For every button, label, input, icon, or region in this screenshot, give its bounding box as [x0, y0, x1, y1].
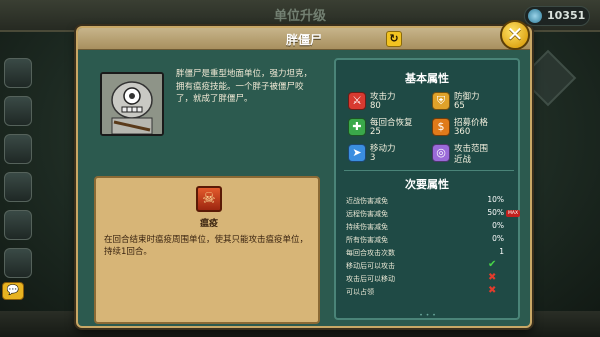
- shield-icon: ⛨: [432, 92, 450, 110]
- secondary-row: 可以占领 ✖: [346, 285, 497, 296]
- chat-button[interactable]: 💬: [2, 282, 24, 300]
- max-badge: MAX: [506, 210, 521, 217]
- coin-counter: 10351: [524, 6, 590, 26]
- screen-title: 单位升级: [273, 9, 326, 24]
- stat-defense: ⛨ 防御力 65: [432, 90, 516, 112]
- stat-range: ◎ 攻击范围 近战: [432, 142, 516, 165]
- secondary-row: 远程伤害减免 50% MAX: [346, 208, 521, 218]
- unit-info-panel: 胖僵尸是重型地面单位，强力坦克，拥有瘟疫技能。一个胖子被僵尸咬了，就成了胖僵尸。…: [88, 58, 320, 324]
- check-icon: ✔: [488, 259, 497, 270]
- coin-amount: 10351: [547, 9, 586, 22]
- close-button[interactable]: ✕: [500, 20, 530, 50]
- secondary-row: 持续伤害减免 0%: [346, 221, 504, 231]
- skill-box: 瘟疫 在回合结束时瘟疫周围单位，使其只能攻击瘟疫单位，持续1回合。: [94, 176, 320, 324]
- secondary-stats-title: 次要属性: [405, 178, 449, 191]
- cross-icon: ✖: [488, 285, 497, 296]
- stat-regen: ✚ 每回合恢复 25: [348, 116, 432, 138]
- unit-info-dialog: 胖僵尸 ↻ ✕ 胖僵尸是重型地面单位，强力坦克，拥有瘟疫技能。一个胖子被僵尸咬了…: [76, 20, 532, 328]
- skill-description: 在回合结束时瘟疫周围单位，使其只能攻击瘟疫单位，持续1回合。: [104, 235, 309, 257]
- unit-portrait: [100, 72, 164, 136]
- cross-icon: ✖: [488, 272, 497, 283]
- secondary-row: 近战伤害减免 10%: [346, 195, 504, 205]
- plague-skill-icon[interactable]: [196, 186, 222, 212]
- secondary-row: 每回合攻击次数 1: [346, 247, 504, 257]
- zombie-portrait-icon: [102, 74, 162, 134]
- heal-icon: ✚: [348, 118, 366, 136]
- stat-attack: ⚔ 攻击力 80: [348, 90, 432, 112]
- basic-stats-title: 基本属性: [405, 72, 449, 85]
- side-tab-4[interactable]: [4, 172, 32, 202]
- side-tab-6[interactable]: [4, 248, 32, 278]
- side-tab-5[interactable]: [4, 210, 32, 240]
- side-tab-1[interactable]: [4, 58, 32, 88]
- unit-description: 胖僵尸是重型地面单位，强力坦克，拥有瘟疫技能。一个胖子被僵尸咬了，就成了胖僵尸。: [176, 69, 313, 104]
- side-tab-3[interactable]: [4, 134, 32, 164]
- coin-icon: $: [432, 118, 450, 136]
- side-tab-2[interactable]: [4, 96, 32, 126]
- stat-move: ➤ 移动力 3: [348, 142, 432, 164]
- sword-icon: ⚔: [348, 92, 366, 110]
- page-dots: •••: [419, 312, 439, 319]
- gem-icon: [528, 9, 542, 23]
- divider: [344, 170, 514, 171]
- stats-panel: 基本属性 ⚔ 攻击力 80 ⛨ 防御力 65 ✚ 每回合恢复 25 $ 招募价格…: [334, 58, 521, 320]
- switch-icon[interactable]: ↻: [386, 31, 402, 47]
- dialog-header: 胖僵尸 ↻: [78, 28, 530, 50]
- skill-name: 瘟疫: [199, 219, 218, 229]
- secondary-row: 攻击后可以移动 ✖: [346, 272, 497, 283]
- secondary-row: 移动后可以攻击 ✔: [346, 259, 497, 270]
- secondary-row: 所有伤害减免 0%: [346, 234, 504, 244]
- stat-cost: $ 招募价格 360: [432, 116, 516, 138]
- boot-icon: ➤: [348, 144, 366, 162]
- range-icon: ◎: [432, 144, 450, 162]
- unit-name: 胖僵尸: [285, 33, 322, 47]
